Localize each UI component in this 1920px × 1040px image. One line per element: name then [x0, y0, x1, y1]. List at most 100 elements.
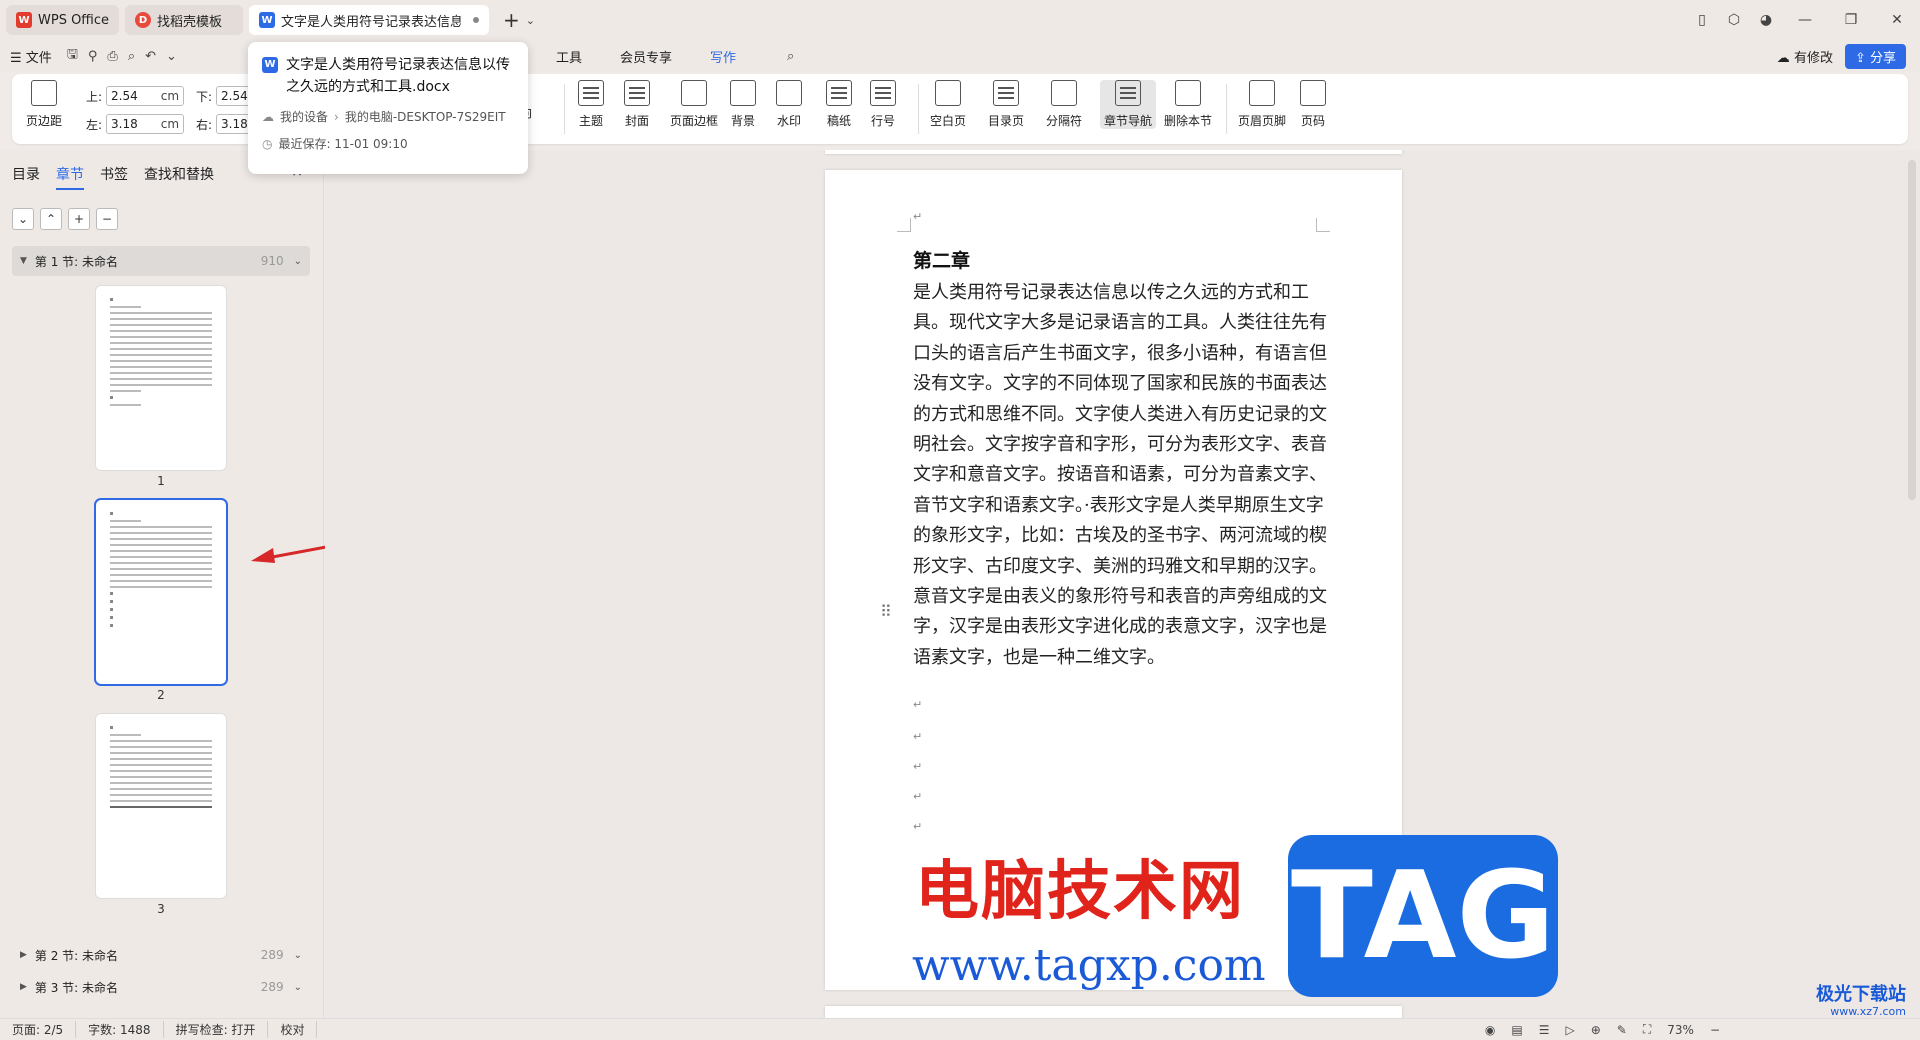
location-path[interactable]: 我的电脑-DESKTOP-7S29EIT — [345, 108, 506, 125]
watermark-button[interactable]: 水印 — [776, 80, 802, 129]
preview-icon[interactable]: ⌕ — [123, 49, 140, 64]
separator-button[interactable]: 分隔符 — [1046, 80, 1082, 129]
section-nav-button[interactable]: 章节导航 — [1100, 80, 1157, 129]
thumb-line — [110, 390, 141, 392]
avatar[interactable]: ◕ — [1750, 12, 1782, 28]
delete-section-button[interactable]: 删除本节 — [1164, 80, 1212, 129]
thumb-line — [110, 770, 212, 772]
link-icon[interactable]: ⚲ — [83, 49, 103, 64]
chevron-down-icon[interactable]: ⌄ — [294, 256, 302, 267]
tab-bookmarks[interactable]: 书签 — [100, 164, 128, 190]
chapter-heading[interactable]: 第二章 — [913, 246, 970, 273]
page-thumbnail-1[interactable] — [96, 286, 226, 470]
tab-document[interactable]: W 文字是人类用符号记录表达信息以传 — [249, 5, 490, 35]
thumb-line — [110, 568, 212, 570]
share-button[interactable]: ⇪ 分享 — [1844, 44, 1906, 69]
section-item-3[interactable]: ▶ 第 3 节: 未命名 289 ⌄ — [12, 972, 310, 1002]
blank-page-button[interactable]: 空白页 — [930, 80, 966, 129]
theme-icon — [578, 80, 604, 106]
move-down-button[interactable]: ⌄ — [12, 208, 34, 230]
line-number-button[interactable]: 行号 — [870, 80, 896, 129]
margins-button[interactable]: 页边距 — [26, 80, 62, 129]
page-number-label: 页码 — [1300, 114, 1325, 128]
page-thumbnail-2[interactable] — [96, 500, 226, 684]
vertical-scrollbar[interactable] — [1908, 160, 1916, 500]
file-menu-label: 文件 — [25, 50, 52, 66]
minimize-icon[interactable]: — — [1782, 12, 1828, 28]
new-tab-plus-icon[interactable]: + — [503, 8, 520, 32]
page-border-button[interactable]: 页面边框 — [670, 80, 718, 129]
pen-icon[interactable]: ✎ — [1617, 1023, 1627, 1037]
modified-indicator[interactable]: ☁ 有修改 — [1777, 47, 1833, 66]
restore-icon[interactable]: ❐ — [1828, 12, 1874, 28]
top-margin-input[interactable]: 2.54 cm — [106, 86, 185, 106]
tab-list-chevron-icon[interactable]: ⌄ — [526, 14, 535, 27]
unsaved-dot-icon[interactable] — [473, 17, 480, 23]
collapsed-triangle-icon[interactable]: ▶ — [20, 950, 27, 960]
background-button[interactable]: 背景 — [730, 80, 756, 129]
thumb-line — [110, 726, 113, 729]
outline-view-icon[interactable]: ☰ — [1539, 1023, 1550, 1037]
print-icon[interactable]: ⎙ — [102, 49, 122, 64]
body-paragraph[interactable]: 是人类用符号记录表达信息以传之久远的方式和工具。现代文字大多是记录语言的工具。人… — [913, 278, 1328, 673]
menu-writing[interactable]: 写作 — [700, 47, 746, 66]
section-item-2[interactable]: ▶ 第 2 节: 未命名 289 ⌄ — [12, 940, 310, 970]
word-count[interactable]: 字数: 1488 — [76, 1021, 164, 1038]
thumb-line — [110, 574, 212, 576]
drag-handle-icon[interactable]: ⠿ — [880, 602, 892, 621]
tab-toc[interactable]: 目录 — [12, 164, 40, 190]
watermark-url: www.tagxp.com — [912, 940, 1266, 991]
cube-icon[interactable]: ⬡ — [1718, 12, 1750, 28]
margin-corner — [897, 218, 911, 232]
file-menu[interactable]: ☰ 文件 — [0, 47, 62, 66]
theme-button[interactable]: 主题 — [578, 80, 604, 129]
tab-wps-office[interactable]: W WPS Office — [6, 5, 120, 35]
page-indicator[interactable]: 页面: 2/5 — [0, 1021, 77, 1038]
expanded-triangle-icon[interactable]: ▼ — [20, 256, 27, 266]
thumb-line — [110, 550, 212, 552]
watermark-icon — [776, 80, 802, 106]
cover-button[interactable]: 封面 — [624, 80, 650, 129]
manuscript-button[interactable]: 稿纸 — [826, 80, 852, 129]
left-margin-field: 左: 3.18 cm — [86, 114, 185, 134]
nav-tabs: 目录 章节 书签 查找和替换 — [12, 164, 214, 190]
add-section-button[interactable]: + — [68, 208, 90, 230]
tab-template[interactable]: D 找稻壳模板 — [125, 5, 244, 35]
chevron-down-icon[interactable]: ⌄ — [294, 950, 302, 961]
left-margin-input[interactable]: 3.18 cm — [106, 114, 185, 134]
section-item-1[interactable]: ▼ 第 1 节: 未命名 910 ⌄ — [12, 246, 310, 276]
layout-icon[interactable]: ▯ — [1686, 12, 1718, 28]
eye-icon[interactable]: ◉ — [1485, 1023, 1495, 1037]
redo-icon[interactable]: ⌄ — [161, 49, 182, 64]
page-border-icon — [681, 80, 707, 106]
tab-find-replace[interactable]: 查找和替换 — [144, 164, 214, 190]
collapsed-triangle-icon[interactable]: ▶ — [20, 982, 27, 992]
chevron-down-icon[interactable]: ⌄ — [294, 982, 302, 993]
menu-membership[interactable]: 会员专享 — [610, 47, 682, 66]
tab-sections[interactable]: 章节 — [56, 164, 84, 190]
toc-page-button[interactable]: 目录页 — [988, 80, 1024, 129]
play-icon[interactable]: ▷ — [1566, 1023, 1575, 1037]
zoom-level[interactable]: 73% — [1667, 1023, 1694, 1037]
fit-icon[interactable]: ⛶ — [1643, 1022, 1651, 1037]
undo-icon[interactable]: ↶ — [140, 49, 161, 64]
left-margin-unit: cm — [160, 117, 180, 131]
left-margin-label: 左: — [86, 117, 103, 132]
save-icon[interactable]: 🖫 — [62, 45, 83, 67]
page-number-button[interactable]: 页码 — [1300, 80, 1326, 129]
header-footer-button[interactable]: 页眉页脚 — [1238, 80, 1286, 129]
proofread[interactable]: 校对 — [268, 1021, 318, 1038]
thumb-line — [110, 526, 212, 528]
next-page — [825, 1006, 1402, 1018]
move-up-button[interactable]: ⌃ — [40, 208, 62, 230]
page-thumbnail-3[interactable] — [96, 714, 226, 898]
close-icon[interactable]: ✕ — [1874, 12, 1920, 28]
web-view-icon[interactable]: ⊕ — [1591, 1023, 1601, 1037]
spell-check[interactable]: 拼写检查: 打开 — [164, 1021, 269, 1038]
page-view-icon[interactable]: ▤ — [1511, 1023, 1522, 1037]
remove-section-button[interactable]: − — [96, 208, 118, 230]
thumb-line — [110, 758, 212, 760]
menu-tools[interactable]: 工具 — [546, 47, 592, 66]
search-icon[interactable]: ⌕ — [782, 49, 799, 64]
zoom-out-icon[interactable]: − — [1710, 1023, 1720, 1037]
